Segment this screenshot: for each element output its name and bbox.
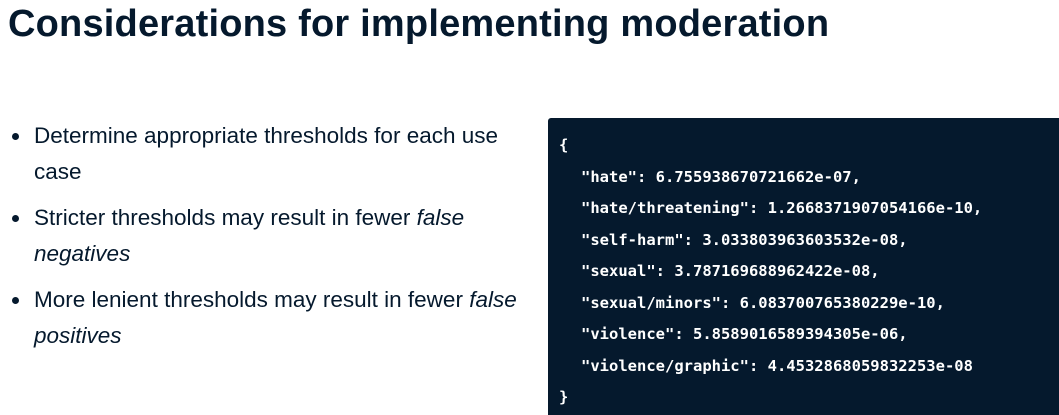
slide-title: Considerations for implementing moderati… <box>8 3 830 45</box>
bullet-text: Stricter thresholds may result in fewer <box>34 205 417 230</box>
bullet-dot-icon <box>12 133 19 140</box>
bullet-item-lenient: More lenient thresholds may result in fe… <box>8 282 528 354</box>
bullet-list: Determine appropriate thresholds for eac… <box>8 118 528 364</box>
code-line: "hate/threatening": 1.2668371907054166e-… <box>581 199 983 217</box>
bullet-item-thresholds: Determine appropriate thresholds for eac… <box>8 118 528 190</box>
bullet-dot-icon <box>12 297 19 304</box>
code-close-brace: } <box>559 388 569 406</box>
code-line: "violence/graphic": 4.4532868059832253e-… <box>581 356 973 375</box>
code-open-brace: { <box>559 136 569 154</box>
bullet-dot-icon <box>12 215 19 222</box>
bullet-item-stricter: Stricter thresholds may result in fewer … <box>8 200 528 272</box>
bullet-text: More lenient thresholds may result in fe… <box>34 287 470 312</box>
code-block: { "hate": 6.755938670721662e-07, "hate/t… <box>548 118 1059 415</box>
code-line: "self-harm": 3.033803963603532e-08, <box>581 230 908 249</box>
code-line: "sexual/minors": 6.083700765380229e-10, <box>581 293 945 312</box>
bullet-text: Determine appropriate thresholds for eac… <box>34 123 499 184</box>
code-line: "hate": 6.755938670721662e-07, <box>581 167 861 186</box>
code-line: "violence": 5.8589016589394305e-06, <box>581 325 908 343</box>
code-line: "sexual": 3.787169688962422e-08, <box>581 262 880 280</box>
